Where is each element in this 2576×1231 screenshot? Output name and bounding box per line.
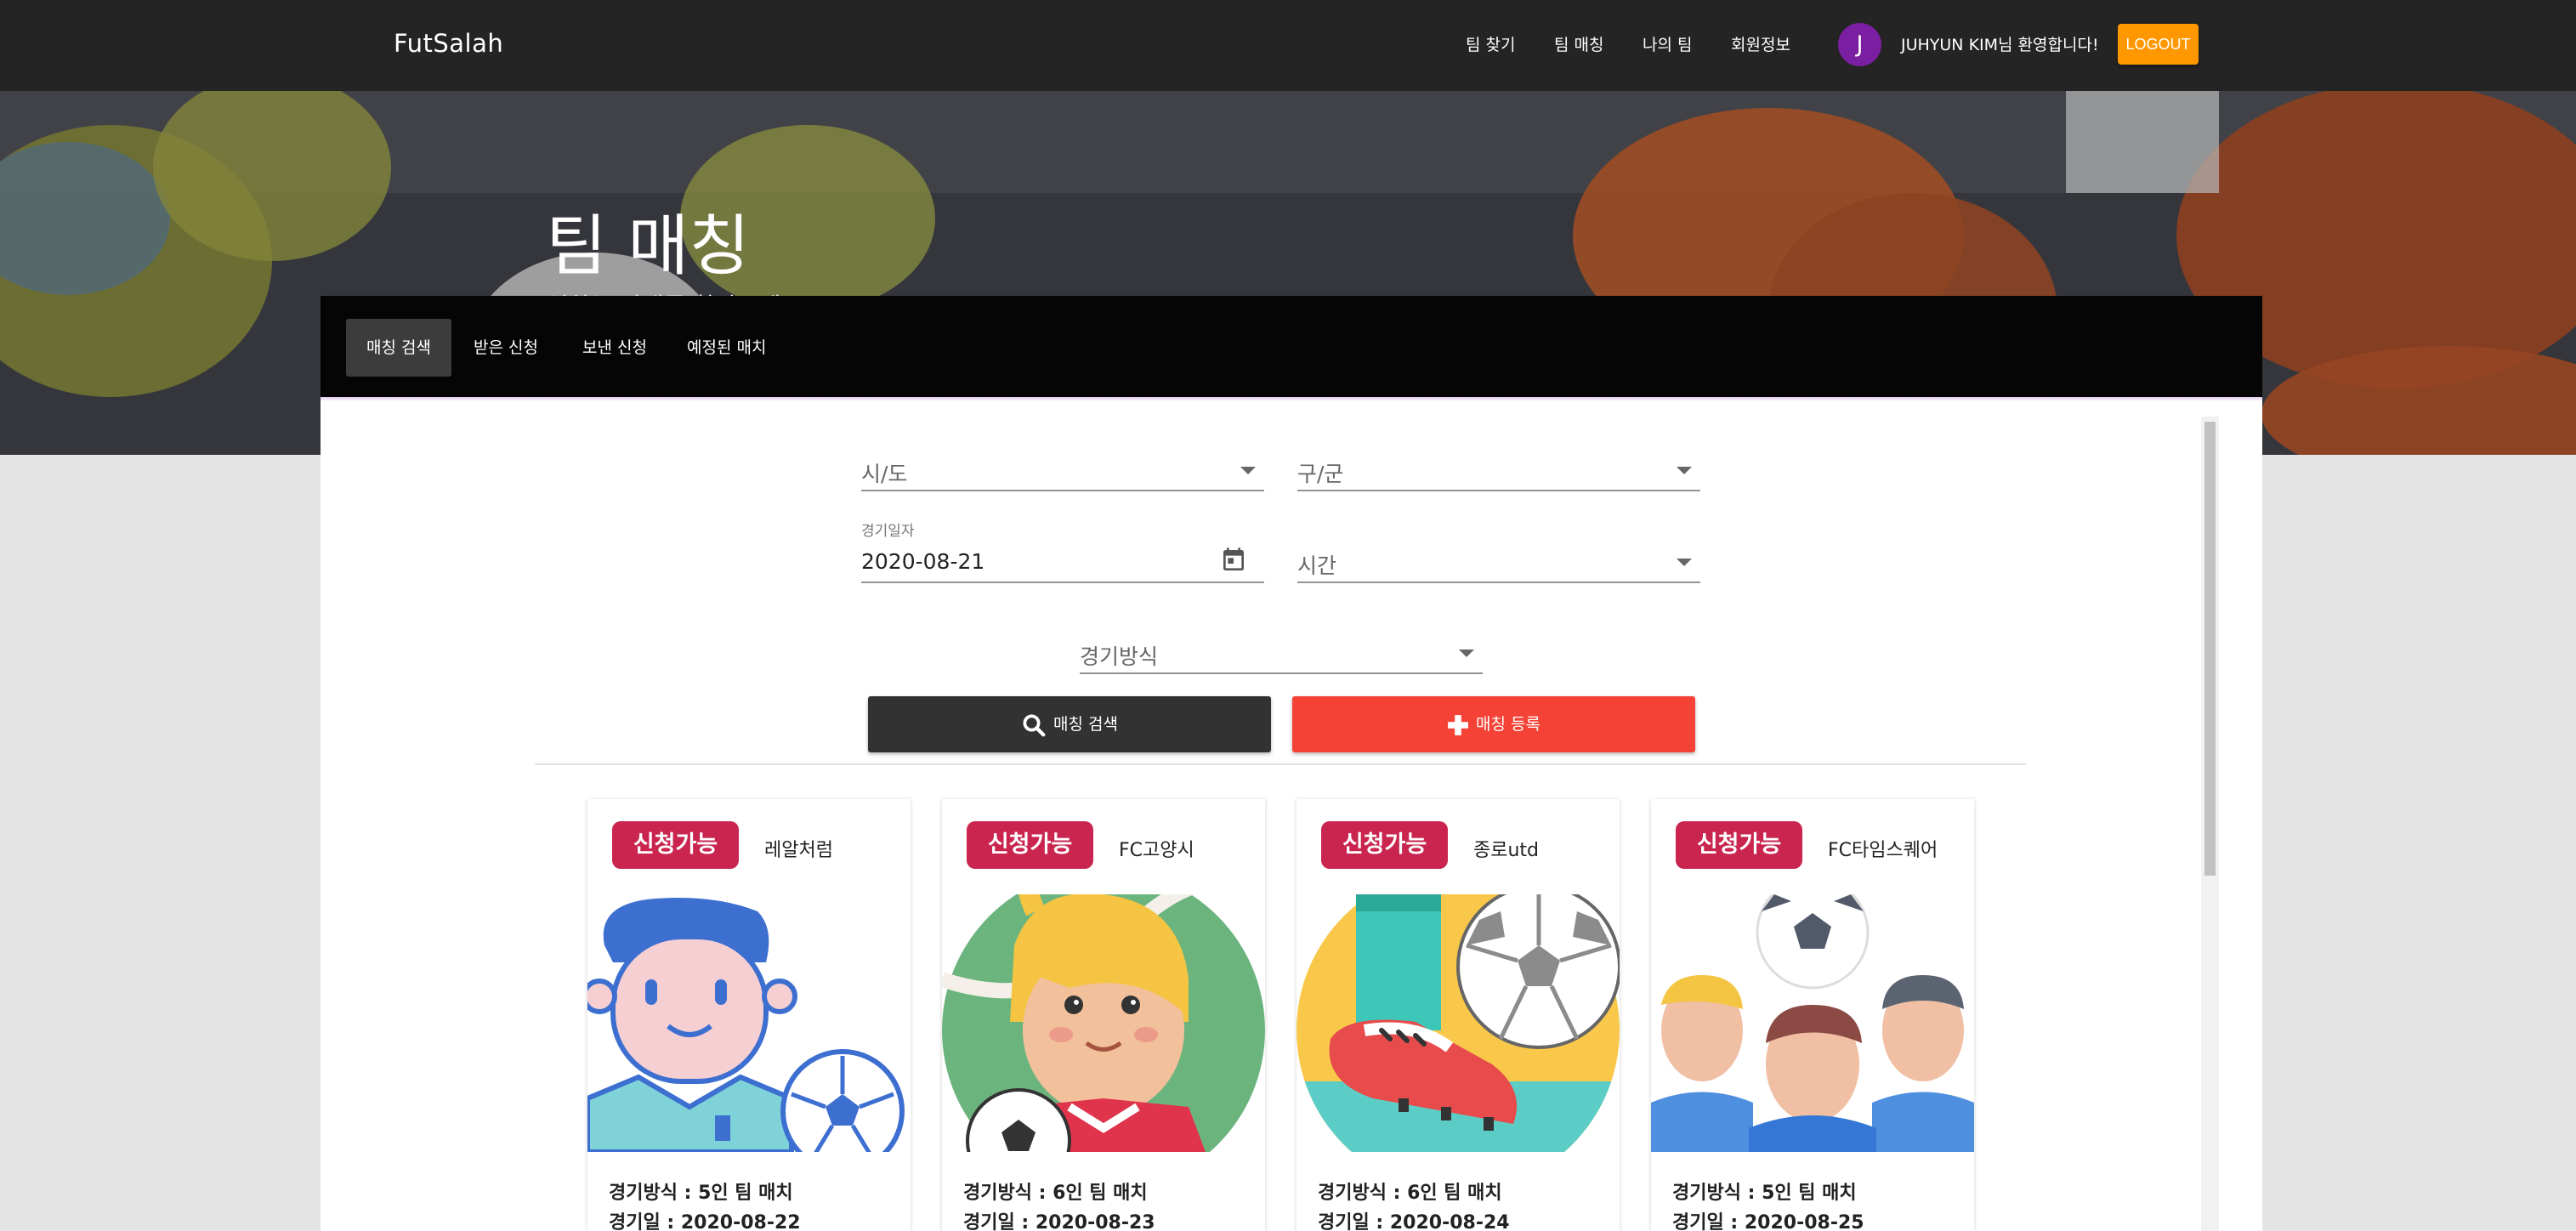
tabs-underline: [321, 397, 2262, 401]
time-label: 시간: [1297, 553, 1337, 578]
date-value: 2020-08-21: [861, 549, 985, 574]
gugun-select[interactable]: 구/군: [1297, 451, 1700, 491]
player-illustration: [942, 894, 1265, 1152]
search-icon: [1023, 714, 1046, 736]
status-badge: 신청가능: [967, 821, 1093, 869]
top-navbar: FutSalah 팀 찾기 팀 매칭 나의 팀 회원정보 J JUHYUN KI…: [0, 0, 2576, 91]
page-title: 팀 매칭: [546, 208, 751, 285]
cleat-ball-illustration: [1297, 894, 1620, 1152]
match-date-text: 경기일 : 2020-08-23: [963, 1212, 1155, 1231]
status-badge: 신청가능: [1321, 821, 1448, 869]
chevron-down-icon: [1240, 467, 1256, 474]
time-select[interactable]: 시간: [1297, 542, 1700, 583]
sido-select[interactable]: 시/도: [861, 451, 1264, 491]
nav-link-team-matching[interactable]: 팀 매칭: [1554, 32, 1603, 55]
nav-link-my-team[interactable]: 나의 팀: [1643, 32, 1692, 55]
scrollbar-thumb[interactable]: [2204, 422, 2216, 876]
match-method-text: 경기방식 : 6인 팀 매치: [1318, 1183, 1502, 1204]
team-name: 레알처럼: [764, 840, 833, 861]
team-name: 종로utd: [1473, 840, 1540, 861]
match-register-label: 매칭 등록: [1476, 715, 1540, 734]
match-method-text: 경기방식 : 5인 팀 매치: [609, 1183, 793, 1204]
team-name: FC고양시: [1119, 840, 1194, 861]
tab-sent-requests[interactable]: 보낸 신청: [562, 319, 667, 377]
match-date-text: 경기일 : 2020-08-22: [609, 1212, 801, 1231]
tab-received-requests[interactable]: 받은 신청: [453, 319, 559, 377]
match-date-field[interactable]: 경기일자 2020-08-21: [861, 520, 1264, 583]
method-label: 경기방식: [1080, 644, 1159, 669]
match-register-button[interactable]: 매칭 등록: [1292, 696, 1695, 752]
gugun-label: 구/군: [1297, 462, 1344, 486]
brand-logo[interactable]: FutSalah: [394, 29, 503, 58]
logout-button[interactable]: LOGOUT: [2118, 24, 2199, 65]
chevron-down-icon: [1459, 650, 1474, 657]
match-search-label: 매칭 검색: [1053, 715, 1118, 734]
match-search-button[interactable]: 매칭 검색: [868, 696, 1271, 752]
team-players-illustration: [1651, 894, 1974, 1152]
nav-link-member-info[interactable]: 회원정보: [1731, 32, 1790, 55]
player-illustration: [587, 894, 911, 1152]
avatar[interactable]: J: [1838, 23, 1881, 66]
match-method-text: 경기방식 : 6인 팀 매치: [963, 1183, 1148, 1204]
calendar-icon[interactable]: [1220, 546, 1247, 575]
matching-tabs: 매칭 검색 받은 신청 보낸 신청 예정된 매치: [321, 296, 2262, 397]
match-card[interactable]: 신청가능 FC고양시 경기방식 : 6인 팀 매치 경기일 : 2020-08-…: [942, 799, 1265, 1231]
match-card[interactable]: 신청가능 레알처럼 경기방식 : 5인 팀 매치 경기일 : 2020-08-2…: [587, 799, 911, 1231]
tab-scheduled-matches[interactable]: 예정된 매치: [667, 319, 786, 377]
welcome-message: JUHYUN KIM님 환영합니다!: [1901, 36, 2099, 54]
sido-label: 시/도: [861, 462, 908, 486]
section-divider: [535, 763, 2026, 765]
match-date-text: 경기일 : 2020-08-25: [1672, 1212, 1864, 1231]
chevron-down-icon: [1677, 467, 1692, 474]
tab-match-search[interactable]: 매칭 검색: [346, 319, 451, 377]
plus-icon: [1448, 714, 1468, 735]
nav-link-find-team[interactable]: 팀 찾기: [1466, 32, 1515, 55]
match-method-select[interactable]: 경기방식: [1080, 633, 1483, 674]
match-date-text: 경기일 : 2020-08-24: [1318, 1212, 1510, 1231]
chevron-down-icon: [1677, 559, 1692, 566]
match-method-text: 경기방식 : 5인 팀 매치: [1672, 1183, 1857, 1204]
date-label: 경기일자: [861, 523, 915, 540]
status-badge: 신청가능: [1676, 821, 1802, 869]
status-badge: 신청가능: [612, 821, 739, 869]
team-name: FC타임스퀘어: [1828, 840, 1938, 861]
match-card[interactable]: 신청가능 FC타임스퀘어 경기방식 : 5인 팀 매치 경기일 : 2020-0…: [1651, 799, 1974, 1231]
match-card[interactable]: 신청가능 종로utd 경기방식 : 6인 팀 매치 경기일 : 2020-08-…: [1297, 799, 1620, 1231]
